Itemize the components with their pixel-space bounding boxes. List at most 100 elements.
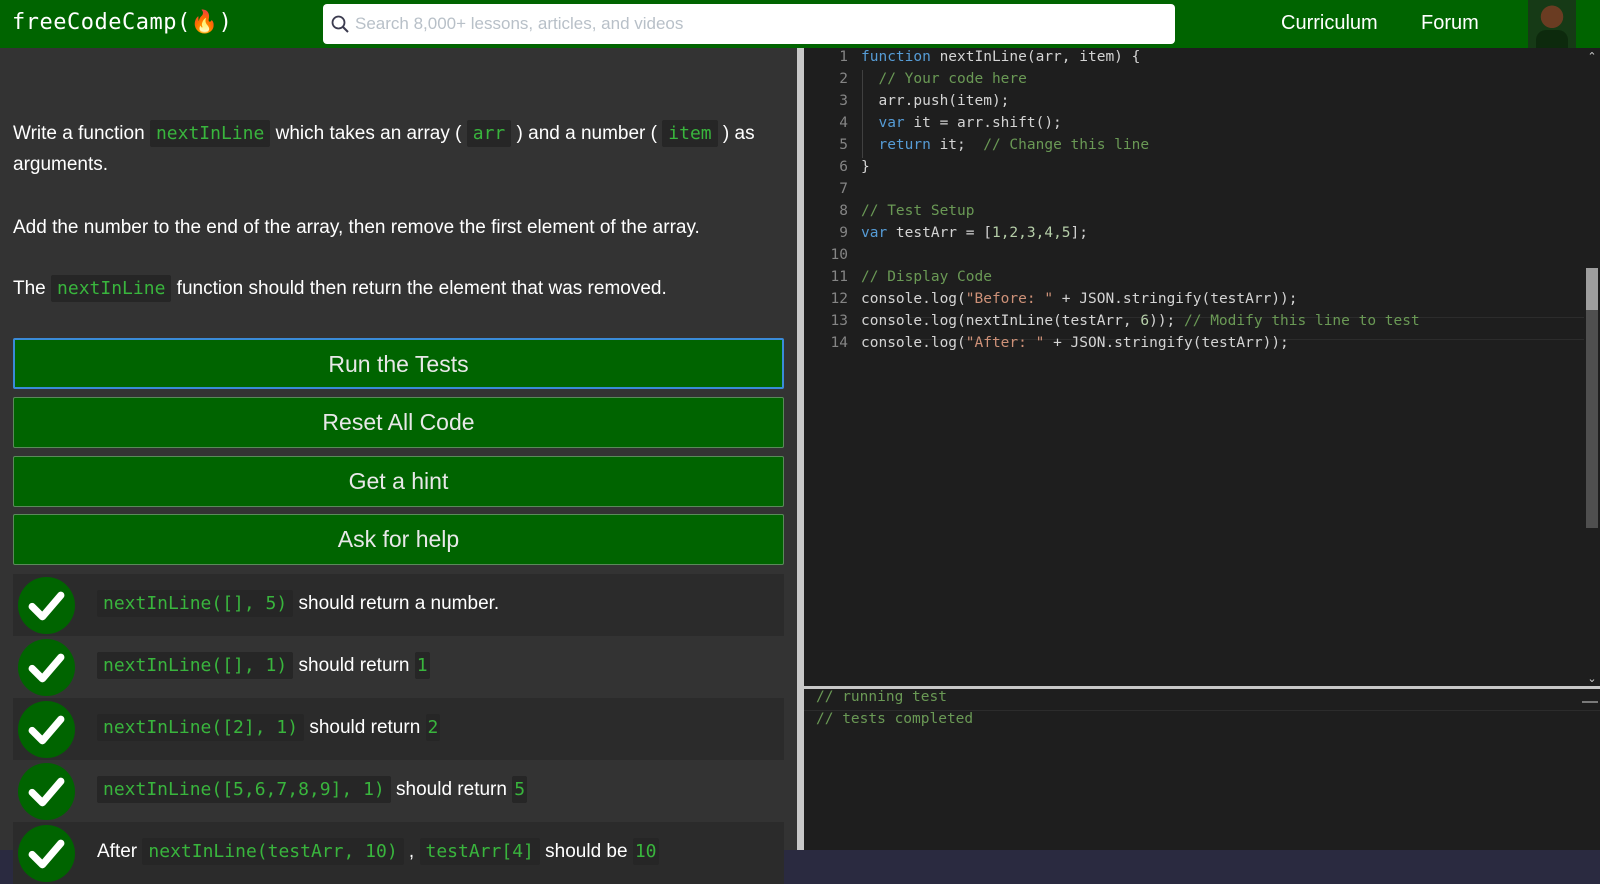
code-keyword: var <box>861 225 888 241</box>
line-number: 3 <box>839 93 848 109</box>
challenge-panel: Write a function nextInLine which takes … <box>0 48 797 884</box>
search-input[interactable]: Search 8,000+ lessons, articles, and vid… <box>355 14 683 34</box>
inline-code: item <box>662 120 718 147</box>
console-line: // tests completed <box>816 711 974 727</box>
code-text: console.log( <box>861 291 966 307</box>
code-line: console.log("After: " + JSON.stringify(t… <box>861 335 1289 351</box>
line-number: 12 <box>830 291 848 307</box>
code-text: testArr = [ <box>887 225 992 241</box>
test-text: , <box>403 841 420 862</box>
code-line: var it = arr.shift(); <box>861 115 1062 131</box>
inline-code: nextInLine <box>149 120 271 147</box>
user-avatar[interactable] <box>1528 0 1576 48</box>
code-line: console.log("Before: " + JSON.stringify(… <box>861 291 1298 307</box>
pass-check-icon <box>18 825 75 882</box>
pass-check-icon <box>18 701 75 758</box>
code-line: } <box>861 159 870 175</box>
code-text: it = arr.shift(); <box>904 115 1062 131</box>
panel-resize-handle[interactable] <box>797 48 804 850</box>
test-description: nextInLine([], 5) should return a number… <box>97 589 499 619</box>
description-paragraph-3: The nextInLine function should then retu… <box>13 273 783 304</box>
inline-code: nextInLine([], 1) <box>97 652 294 679</box>
code-string: "After: " <box>965 335 1045 351</box>
inline-code: 1 <box>414 652 430 679</box>
pass-check-icon <box>18 763 75 820</box>
line-number: 6 <box>839 159 848 175</box>
line-number: 2 <box>839 71 848 87</box>
inline-code: 10 <box>632 838 659 865</box>
code-text: console.log(nextInLine(testArr, <box>861 313 1141 329</box>
line-number: 1 <box>839 49 848 65</box>
code-text: + JSON.stringify(testArr)); <box>1053 291 1298 307</box>
line-number: 4 <box>839 115 848 131</box>
inline-code: nextInLine(testArr, 10) <box>142 838 404 865</box>
code-keyword: return <box>861 137 931 153</box>
code-text: + JSON.stringify(testArr)); <box>1044 335 1289 351</box>
run-tests-button[interactable]: Run the Tests <box>13 338 784 389</box>
nav-link-curriculum[interactable]: Curriculum <box>1281 12 1378 35</box>
test-description: nextInLine([], 1) should return 1 <box>97 651 430 681</box>
code-string: "Before: " <box>965 291 1054 307</box>
code-line: // Your code here <box>861 71 1027 87</box>
inline-code: testArr[4] <box>419 838 540 865</box>
code-line: console.log(nextInLine(testArr, 6)); // … <box>861 313 1420 329</box>
test-result-row: After nextInLine(testArr, 10) , testArr[… <box>13 822 784 884</box>
chevron-down-icon[interactable]: ⌄ <box>1584 672 1600 686</box>
test-text: should return <box>390 779 513 800</box>
description-text: The <box>13 278 52 299</box>
test-text: should return <box>304 717 426 738</box>
ask-help-button[interactable]: Ask for help <box>13 514 784 565</box>
code-comment: // Modify this line to test <box>1184 313 1420 329</box>
line-number: 13 <box>830 313 848 329</box>
code-line: var testArr = [1,2,3,4,5]; <box>861 225 1088 241</box>
code-number: 1,2,3,4,5 <box>991 225 1071 241</box>
test-text: should be <box>539 841 633 862</box>
inline-code: nextInLine([2], 1) <box>97 714 305 741</box>
pass-check-icon <box>18 639 75 696</box>
line-number: 14 <box>830 335 848 351</box>
reset-code-button[interactable]: Reset All Code <box>13 397 784 448</box>
code-line: return it; // Change this line <box>861 137 1149 153</box>
test-description: nextInLine([5,6,7,8,9], 1) should return… <box>97 775 528 805</box>
inline-code: nextInLine([], 5) <box>97 590 294 617</box>
code-text: )); <box>1149 313 1185 329</box>
code-text: ]; <box>1070 225 1089 241</box>
avatar-figure <box>1536 30 1568 48</box>
description-paragraph-1: Write a function nextInLine which takes … <box>13 118 783 180</box>
chevron-up-icon[interactable]: ⌃ <box>1584 50 1600 64</box>
line-number: 5 <box>839 137 848 153</box>
inline-code: 2 <box>425 714 441 741</box>
code-keyword: function <box>861 49 931 65</box>
code-comment: // Change this line <box>983 137 1150 153</box>
code-number: 6 <box>1140 313 1150 329</box>
freecodecamp-logo[interactable]: freeCodeCamp(🔥) <box>12 10 232 35</box>
code-line: // Test Setup <box>861 203 975 219</box>
description-text: Write a function <box>13 123 150 144</box>
console-scroll-indicator <box>1582 701 1598 703</box>
line-number: 9 <box>839 225 848 241</box>
test-text: After <box>97 841 143 862</box>
code-line: arr.push(item); <box>861 93 1010 109</box>
console-line: // running test <box>816 689 947 705</box>
code-text: it; <box>930 137 984 153</box>
test-description: After nextInLine(testArr, 10) , testArr[… <box>97 837 659 867</box>
code-editor[interactable]: 1 2 3 4 5 6 7 8 9 10 11 12 13 14 functio… <box>804 48 1600 688</box>
inline-code: 5 <box>512 776 528 803</box>
get-hint-button[interactable]: Get a hint <box>13 456 784 507</box>
description-text: function should then return the element … <box>171 278 667 299</box>
code-line: // Display Code <box>861 269 992 285</box>
editor-scrollbar[interactable]: ⌃ ⌄ <box>1584 48 1600 688</box>
search-bar[interactable]: Search 8,000+ lessons, articles, and vid… <box>323 4 1175 44</box>
code-text: console.log( <box>861 335 966 351</box>
scrollbar-thumb[interactable] <box>1586 268 1598 310</box>
code-line: function nextInLine(arr, item) { <box>861 49 1140 65</box>
nav-link-forum[interactable]: Forum <box>1421 12 1479 35</box>
line-number: 11 <box>830 269 848 285</box>
inline-code: arr <box>466 120 512 147</box>
pass-check-icon <box>18 577 75 634</box>
test-result-row: nextInLine([], 1) should return 1 <box>13 636 784 698</box>
line-number: 7 <box>839 181 848 197</box>
test-text: should return a number. <box>293 593 500 614</box>
description-paragraph-2: Add the number to the end of the array, … <box>13 217 700 238</box>
test-result-row: nextInLine([5,6,7,8,9], 1) should return… <box>13 760 784 822</box>
